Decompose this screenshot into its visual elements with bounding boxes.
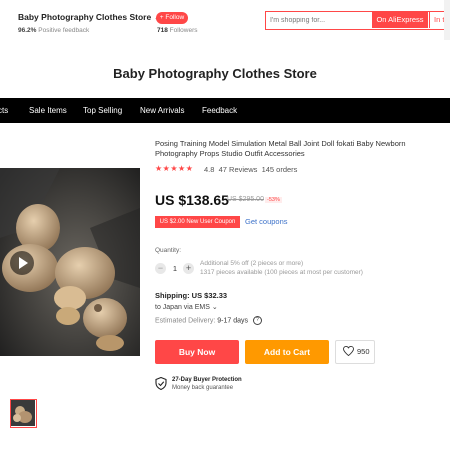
buy-now-button[interactable]: Buy Now [155,340,239,364]
quantity-available-info: 1317 pieces available (100 pieces at mos… [200,269,363,276]
nav-item-sale-items[interactable]: Sale Items [29,98,67,123]
quantity-value[interactable]: 1 [171,263,179,274]
search-on-aliexpress-button[interactable]: On AliExpress [372,12,428,28]
nav-item-top-selling[interactable]: Top Selling [83,98,122,123]
follow-button[interactable]: + Follow [156,12,188,24]
thumbnail-image[interactable] [10,399,37,428]
estimated-delivery: Estimated Delivery: 9-17 days ? [155,316,262,325]
delivery-days: 9-17 days [217,317,248,325]
page-edge [444,0,450,40]
rating-stars: ★★★★★ [155,164,194,173]
add-to-cart-button[interactable]: Add to Cart [245,340,329,364]
positive-feedback: 96.2% Positive feedback [18,27,89,34]
nav-item-feedback[interactable]: Feedback [202,98,237,123]
store-name-label: Baby Photography Clothes Store [18,12,152,22]
shipping-cost: Shipping: US $32.33 [155,291,228,300]
discount-badge: -53% [265,197,282,203]
orders-count: 145 orders [261,165,298,174]
delivery-label: Estimated Delivery: [155,317,216,325]
search-bar: On AliExpress In th [265,11,450,30]
followers-count: 718 Followers [157,27,197,34]
buyer-protection-subtitle: Money back guarantee [172,385,234,391]
wishlist-button[interactable]: 950 [335,340,375,364]
search-input[interactable] [270,14,370,27]
feedback-label: Positive feedback [38,27,90,34]
nav-item-products[interactable]: cts [0,98,8,123]
reviews-link[interactable]: 47 Reviews [219,165,258,174]
quantity-increase-button[interactable]: + [183,263,194,274]
shield-check-icon [155,377,167,390]
get-coupons-link[interactable]: Get coupons [245,216,288,228]
new-user-coupon-badge: US $2.00 New User Coupon [155,216,240,228]
store-banner-title: Baby Photography Clothes Store [113,66,317,81]
chevron-down-icon: ⌄ [211,304,218,311]
store-nav-bar: cts Sale Items Top Selling New Arrivals … [0,98,450,123]
buyer-protection-title: 27-Day Buyer Protection [172,377,242,383]
question-circle-icon[interactable]: ? [252,316,262,325]
rating-summary: 4.8 47 Reviews 145 orders [204,165,297,174]
wishlist-count: 950 [357,347,370,356]
product-price: US $138.65 [155,192,229,208]
product-title: Posing Training Model Simulation Metal B… [155,139,406,158]
thumbnail-photo [11,400,35,426]
quantity-label: Quantity: [155,247,182,254]
store-name-link[interactable]: Baby Photography Clothes Store⌄ [18,12,160,22]
rating-value: 4.8 [204,165,215,174]
heart-icon [343,346,354,356]
ship-to-label: to Japan via EMS [155,304,210,311]
play-video-icon[interactable] [10,251,34,275]
feedback-value: 96.2% [18,27,37,34]
original-price: US $295.00 [227,196,264,203]
quantity-decrease-button[interactable]: − [155,263,166,274]
followers-label: Followers [169,27,198,34]
buyer-protection: 27-Day Buyer Protection Money back guara… [172,376,242,392]
nav-item-new-arrivals[interactable]: New Arrivals [140,98,184,123]
quantity-discount-info: Additional 5% off (2 pieces or more) [200,260,304,267]
followers-number: 718 [157,27,168,34]
ship-to-selector[interactable]: to Japan via EMS ⌄ [155,303,218,311]
